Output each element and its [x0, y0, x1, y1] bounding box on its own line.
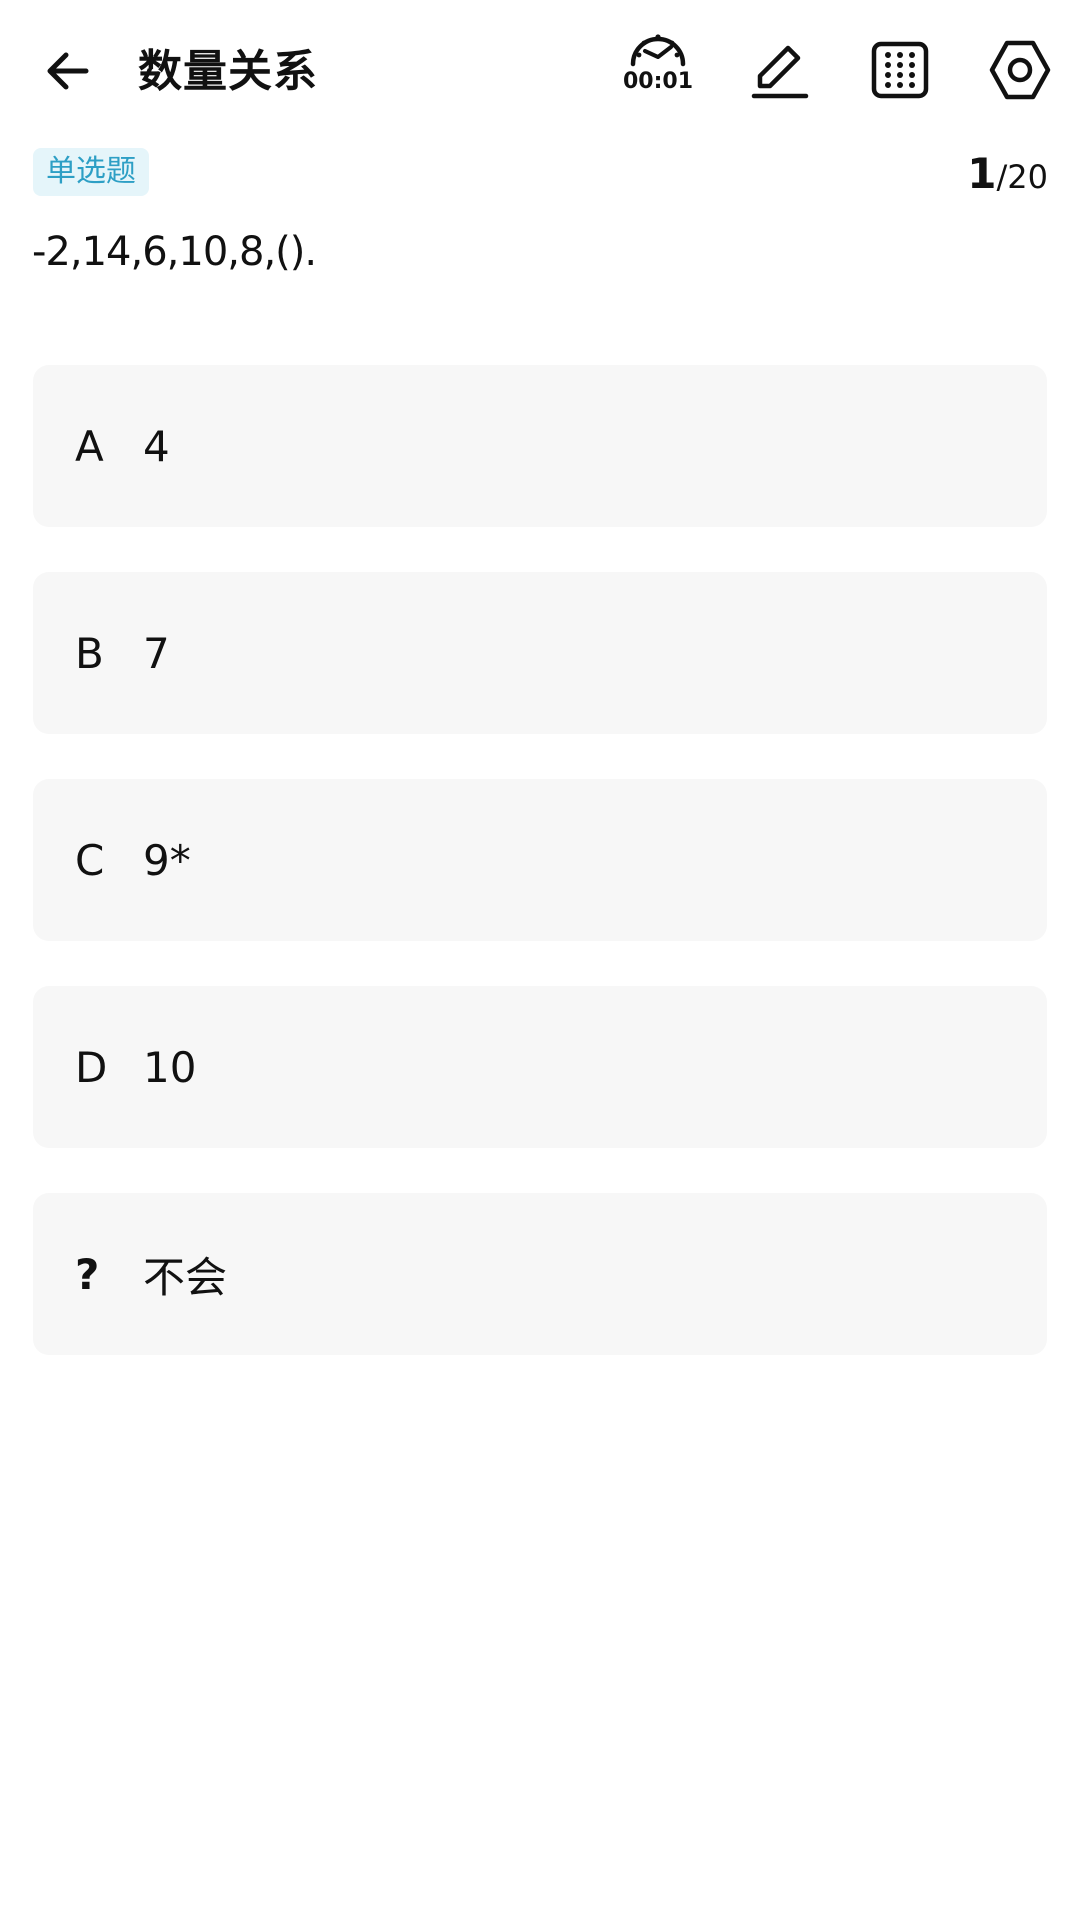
settings-button[interactable] [980, 30, 1060, 110]
question-type-badge: 单选题 [33, 148, 149, 196]
option-key: B [75, 628, 104, 678]
option-text: 9* [143, 835, 191, 885]
option-text: 不会 [143, 1252, 228, 1302]
option-key: ? [75, 1249, 100, 1299]
option-key: D [75, 1042, 108, 1092]
arrow-left-icon [47, 52, 89, 90]
option-text: 7 [143, 628, 170, 678]
page-title: 数量关系 [138, 46, 318, 97]
option-c[interactable]: C 9* [33, 779, 1047, 941]
option-b[interactable]: B 7 [33, 572, 1047, 734]
top-bar: 数量关系 00:01 [0, 0, 1080, 140]
option-d[interactable]: D 10 [33, 986, 1047, 1148]
hexagon-gear-icon [989, 40, 1051, 100]
edit-button[interactable] [740, 30, 820, 110]
timer-button[interactable]: 00:01 [616, 26, 700, 112]
option-text: 4 [143, 421, 170, 471]
option-text: 10 [143, 1042, 197, 1092]
option-dont-know[interactable]: ? 不会 [33, 1193, 1047, 1355]
stopwatch-icon [630, 34, 686, 67]
quiz-screen: 数量关系 00:01 单选题 1 / 20 -2,14,6,10,8,(). A… [0, 0, 1080, 1920]
question-progress: 1 / 20 [967, 148, 1048, 203]
option-a[interactable]: A 4 [33, 365, 1047, 527]
pencil-icon [751, 45, 809, 99]
option-key: C [75, 835, 105, 885]
progress-separator: / [996, 158, 1008, 196]
timer-readout: 00:01 [622, 69, 694, 94]
option-key: A [75, 421, 104, 471]
question-text: -2,14,6,10,8,(). [32, 229, 317, 275]
option-list: A 4 B 7 C 9* D 10 ? 不会 [33, 365, 1047, 1400]
back-button[interactable] [36, 40, 98, 102]
progress-total: 20 [1007, 158, 1048, 196]
answer-grid-icon [871, 41, 929, 99]
progress-current: 1 [967, 149, 997, 198]
answer-sheet-button[interactable] [860, 30, 940, 110]
